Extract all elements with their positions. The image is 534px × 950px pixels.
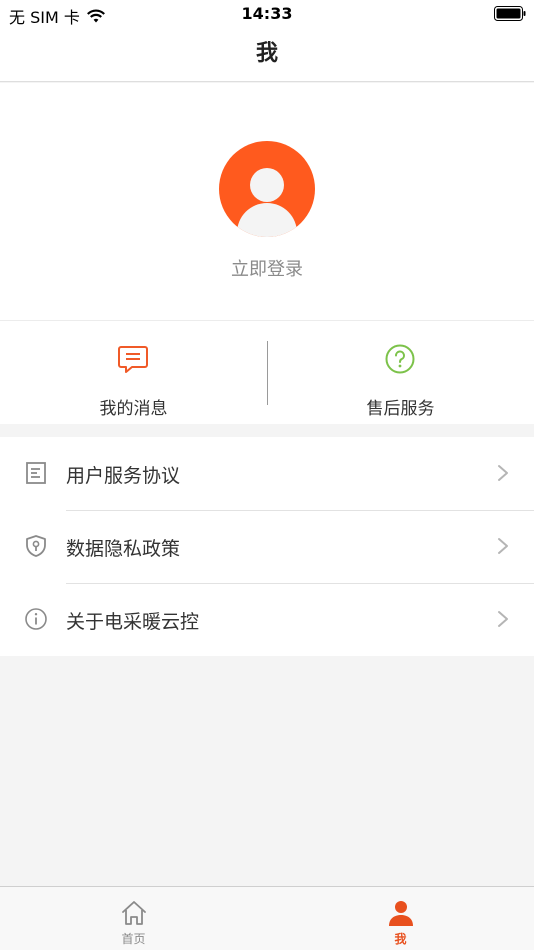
tab-me[interactable]: 我 xyxy=(267,887,534,950)
home-icon xyxy=(122,901,146,925)
login-link[interactable]: 立即登录 xyxy=(0,255,534,281)
menu-item-about[interactable]: 关于电采暖云控 xyxy=(0,583,534,656)
chevron-right-icon xyxy=(498,538,508,554)
tab-home-label: 首页 xyxy=(121,932,146,946)
chevron-right-icon xyxy=(498,611,508,627)
info-icon xyxy=(25,608,47,630)
menu-item-label: 关于电采暖云控 xyxy=(66,611,200,633)
avatar[interactable] xyxy=(219,141,315,237)
shield-lock-icon xyxy=(26,535,46,557)
message-icon xyxy=(118,346,148,373)
after-sales-service-label: 售后服务 xyxy=(366,399,435,419)
person-icon xyxy=(389,901,413,926)
battery-icon xyxy=(494,6,526,21)
tab-me-label: 我 xyxy=(394,932,407,946)
my-messages-button[interactable]: 我的消息 xyxy=(0,321,267,425)
document-icon xyxy=(26,462,46,484)
profile-section: 立即登录 xyxy=(0,83,534,320)
after-sales-service-button[interactable]: 售后服务 xyxy=(267,321,534,425)
settings-menu: 用户服务协议 数据隐私政策 关于电采暖云控 xyxy=(0,437,534,656)
default-avatar-icon xyxy=(219,141,315,237)
tab-bar: 首页 我 xyxy=(0,886,534,950)
my-messages-label: 我的消息 xyxy=(99,399,168,419)
help-icon xyxy=(385,344,415,374)
chevron-right-icon xyxy=(498,465,508,481)
menu-item-privacy-policy[interactable]: 数据隐私政策 xyxy=(0,510,534,583)
clock: 14:33 xyxy=(241,4,293,23)
menu-item-label: 用户服务协议 xyxy=(66,465,181,487)
tab-home[interactable]: 首页 xyxy=(0,887,267,950)
status-bar: 无 SIM 卡 14:33 xyxy=(0,0,534,28)
menu-item-label: 数据隐私政策 xyxy=(66,538,181,560)
quick-actions: 我的消息 售后服务 xyxy=(0,320,534,424)
page-title: 我 xyxy=(0,28,534,82)
menu-item-user-agreement[interactable]: 用户服务协议 xyxy=(0,437,534,510)
